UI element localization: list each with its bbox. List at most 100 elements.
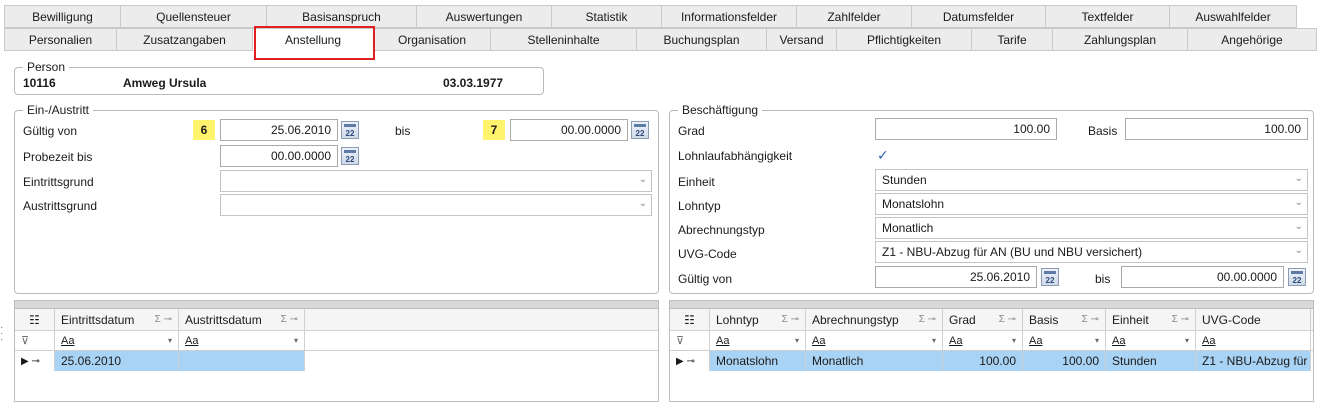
austrittsgrund-select[interactable]: ⌄ [220,194,652,216]
einheit-value: Stunden [882,173,927,187]
tab-organisation[interactable]: Organisation [374,28,491,51]
grid-right-header: ☷ Lohntyp Σ ⊸ Abrechnungstyp Σ ⊸ Grad Σ ⊸ B… [670,309,1313,331]
filter-cell[interactable]: Aa ▾ [1106,331,1196,350]
filter-cell[interactable]: Aa ▾ [943,331,1023,350]
tab-buchungsplan[interactable]: Buchungsplan [637,28,767,51]
tab-zahlfelder[interactable]: Zahlfelder [797,5,912,28]
calendar-icon[interactable]: 22 [1288,268,1306,286]
filter-icon[interactable]: ⊽ [15,331,55,350]
tab-auswahlfelder[interactable]: Auswahlfelder [1170,5,1297,28]
person-group: Person 10116 Amweg Ursula 03.03.1977 [14,60,544,95]
sum-pin-icon[interactable]: Σ ⊸ [1172,314,1189,325]
badge-6: 6 [193,120,215,140]
tab-zusatzangaben[interactable]: Zusatzangaben [117,28,253,51]
tab-pflichtigkeiten[interactable]: Pflichtigkeiten [837,28,972,51]
lohntyp-select[interactable]: Monatslohn ⌄ [875,193,1308,215]
filter-cell[interactable]: Aa ▾ [179,331,305,350]
cell-austrittsdatum[interactable] [179,351,305,371]
tab-anstellung[interactable]: Anstellung [253,28,374,51]
calendar-icon[interactable]: 22 [631,121,649,139]
column-chooser-icon[interactable]: ☷ [15,309,55,330]
filter-cell[interactable]: Aa ▾ [710,331,806,350]
splitter-handle[interactable]: · · · [0,323,3,345]
beschaeftigung-title: Beschäftigung [678,103,763,117]
uvg-label: UVG-Code [678,247,737,261]
calendar-icon[interactable]: 22 [1041,268,1059,286]
sum-pin-icon[interactable]: Σ ⊸ [999,314,1016,325]
tab-row-2: Personalien Zusatzangaben Anstellung Organi… [4,28,1317,51]
column-header-austrittsdatum[interactable]: Austrittsdatum Σ ⊸ [179,309,305,330]
column-header-lohntyp[interactable]: Lohntyp Σ ⊸ [710,309,806,330]
austrittsgrund-label: Austrittsgrund [23,199,98,213]
cell-lohntyp[interactable]: Monatslohn [710,351,806,371]
col-label: Einheit [1112,312,1149,327]
column-header-eintrittsdatum[interactable]: Eintrittsdatum Σ ⊸ [55,309,179,330]
chevron-down-icon: ⌄ [638,174,647,185]
cell-einheit[interactable]: Stunden [1106,351,1196,371]
tab-versand[interactable]: Versand [767,28,837,51]
filter-cell[interactable]: Aa [1196,331,1311,350]
eintrittsgrund-select[interactable]: ⌄ [220,170,652,192]
sum-pin-icon[interactable]: Σ ⊸ [281,314,298,325]
bis-input[interactable]: 00.00.0000 [510,119,628,141]
tab-quellensteuer[interactable]: Quellensteuer [121,5,267,28]
cell-uvg-code[interactable]: Z1 - NBU-Abzug für A [1196,351,1311,371]
tab-basisanspruch[interactable]: Basisanspruch [267,5,417,28]
tab-auswertungen[interactable]: Auswertungen [417,5,552,28]
tab-angehörige[interactable]: Angehörige [1188,28,1317,51]
calendar-icon[interactable]: 22 [341,121,359,139]
sum-pin-icon[interactable]: Σ ⊸ [919,314,936,325]
gueltig-von-2-input[interactable]: 25.06.2010 [875,266,1037,288]
column-header-abrechnungstyp[interactable]: Abrechnungstyp Σ ⊸ [806,309,943,330]
filter-cell[interactable]: Aa ▾ [806,331,943,350]
uvg-select[interactable]: Z1 - NBU-Abzug für AN (BU und NBU versic… [875,241,1308,263]
sum-pin-icon[interactable]: Σ ⊸ [155,314,172,325]
tab-informationsfelder[interactable]: Informationsfelder [662,5,797,28]
cell-basis[interactable]: 100.00 [1023,351,1106,371]
grid-left-filter-row: ⊽ Aa ▾ Aa ▾ [15,331,658,351]
cell-grad[interactable]: 100.00 [943,351,1023,371]
chevron-down-icon: ▾ [167,336,172,345]
column-chooser-icon[interactable]: ☷ [670,309,710,330]
tab-datumsfelder[interactable]: Datumsfelder [912,5,1046,28]
probezeit-input[interactable]: 00.00.0000 [220,145,338,167]
table-row[interactable]: ▶ ⊸ Monatslohn Monatlich 100.00 100.00 S… [670,351,1313,371]
table-row[interactable]: ▶ ⊸ 25.06.2010 [15,351,658,371]
cell-abrechnungstyp[interactable]: Monatlich [806,351,943,371]
abrechnungstyp-select[interactable]: Monatlich ⌄ [875,217,1308,239]
tab-tarife[interactable]: Tarife [972,28,1053,51]
calendar-icon[interactable]: 22 [341,147,359,165]
chevron-down-icon: ▾ [931,336,936,345]
abrechnungstyp-value: Monatlich [882,221,934,235]
filter-operator: Aa [1112,334,1126,347]
grid-right-filter-row: ⊽ Aa ▾ Aa ▾ Aa ▾ Aa ▾ Aa ▾ Aa [670,331,1313,351]
basis-input[interactable]: 100.00 [1125,118,1308,140]
filter-icon[interactable]: ⊽ [670,331,710,350]
column-header-uvg-code[interactable]: UVG-Code [1196,309,1311,330]
tab-bewilligung[interactable]: Bewilligung [4,5,121,28]
grad-input[interactable]: 100.00 [875,118,1057,140]
filter-cell[interactable]: Aa ▾ [1023,331,1106,350]
tab-zahlungsplan[interactable]: Zahlungsplan [1053,28,1188,51]
lohnlauf-checkbox[interactable]: ✓ [877,148,891,162]
einheit-select[interactable]: Stunden ⌄ [875,169,1308,191]
column-header-basis[interactable]: Basis Σ ⊸ [1023,309,1106,330]
tab-statistik[interactable]: Statistik [552,5,662,28]
filter-operator: Aa [716,334,730,347]
column-header-grad[interactable]: Grad Σ ⊸ [943,309,1023,330]
chevron-down-icon: ⌄ [1294,197,1303,208]
filter-cell[interactable]: Aa ▾ [55,331,179,350]
gueltig-von-input[interactable]: 25.06.2010 [220,119,338,141]
filter-operator: Aa [61,334,75,347]
sum-pin-icon[interactable]: Σ ⊸ [1082,314,1099,325]
tab-personalien[interactable]: Personalien [4,28,117,51]
cell-eintrittsdatum[interactable]: 25.06.2010 [55,351,179,371]
tab-stelleninhalte[interactable]: Stelleninhalte [491,28,637,51]
ein-austritt-title: Ein-/Austritt [23,103,94,117]
column-header-einheit[interactable]: Einheit Σ ⊸ [1106,309,1196,330]
tab-textfelder[interactable]: Textfelder [1046,5,1170,28]
bis-2-input[interactable]: 00.00.0000 [1121,266,1284,288]
sum-pin-icon[interactable]: Σ ⊸ [782,314,799,325]
chevron-down-icon: ⌄ [1294,173,1303,184]
lohnlauf-label: Lohnlaufabhängigkeit [678,149,793,163]
